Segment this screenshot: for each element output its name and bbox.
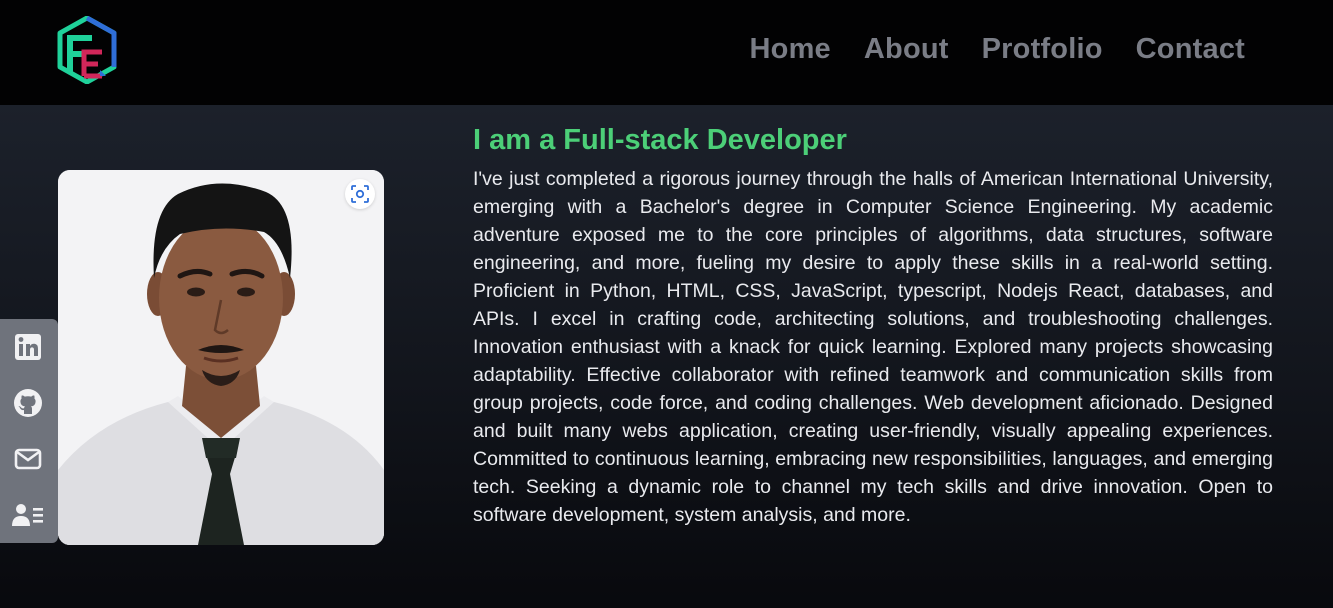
bio-paragraph: I've just completed a rigorous journey t…	[473, 168, 1273, 526]
page-title: I am a Full-stack Developer	[473, 124, 847, 156]
github-icon[interactable]	[0, 375, 56, 431]
lens-scan-icon[interactable]	[345, 179, 375, 209]
portrait-illustration	[58, 170, 384, 545]
about-content: I am a Full-stack Developer I've just co…	[473, 121, 1273, 529]
nav-contact-link[interactable]: Contact	[1136, 30, 1245, 68]
main-nav: Home About Protfolio Contact	[750, 30, 1245, 68]
nav-home-link[interactable]: Home	[750, 30, 831, 68]
nav-about-link[interactable]: About	[864, 30, 949, 68]
logo-icon[interactable]	[56, 15, 118, 85]
social-sidebar	[0, 319, 58, 543]
contact-card-icon[interactable]	[0, 487, 56, 543]
mail-icon[interactable]	[0, 431, 56, 487]
profile-photo	[58, 170, 384, 545]
linkedin-icon[interactable]	[0, 319, 56, 375]
nav-portfolio-link[interactable]: Protfolio	[982, 30, 1103, 68]
navbar: Home About Protfolio Contact	[0, 0, 1333, 105]
